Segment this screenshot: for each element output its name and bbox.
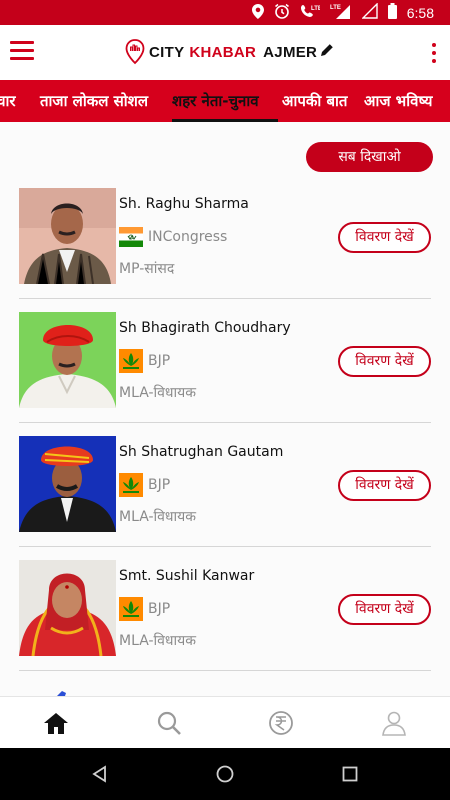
divider [19,546,431,547]
svg-text:LTE: LTE [311,6,320,12]
home-icon[interactable] [41,709,71,737]
tab-prev[interactable]: चार [0,80,16,122]
view-details-button[interactable]: विवरण देखें [338,594,431,625]
leader-card[interactable]: Sh Shatrughan Gautam BJP MLA-विधायक विवर… [19,436,431,548]
menu-icon[interactable] [10,41,34,61]
edit-pencil-icon[interactable] [319,42,335,63]
rupee-coin-icon[interactable] [266,709,296,737]
location-icon [251,3,264,22]
search-icon[interactable] [154,709,184,737]
leader-photo [19,560,116,656]
leader-name: Smt. Sushil Kanwar [119,568,255,584]
brand-ajmer: AJMER [263,43,318,61]
bjp-lotus-icon [119,473,143,497]
leader-name: Sh. Raghu Sharma [119,196,249,212]
leaders-list: सब दिखाओ Sh. Raghu Sharma INCongress MP-… [0,122,450,696]
status-bar: LTE LTE 6:58 [0,0,450,25]
svg-text:LTE: LTE [330,5,341,11]
city-pin-icon [125,39,145,65]
leader-role: MLA-विधायक [119,633,197,649]
lte-signal-icon: LTE [330,3,352,22]
tab-aapki-baat[interactable]: आपकी बात [282,80,347,122]
leader-role: MLA-विधायक [119,509,197,525]
divider [19,422,431,423]
view-details-button[interactable]: विवरण देखें [338,470,431,501]
battery-icon [387,3,397,22]
divider [19,298,431,299]
leader-party: BJP [148,353,171,369]
leader-photo [19,436,116,532]
show-all-button[interactable]: सब दिखाओ [306,142,433,172]
leader-role: MLA-विधायक [119,385,197,401]
tab-taja-local-social[interactable]: ताजा लोकल सोशल [40,80,148,122]
tab-aaj-bhavishya[interactable]: आज भविष्य [364,80,432,122]
brand-khabar: KHABAR [189,43,257,61]
view-details-button[interactable]: विवरण देखें [338,346,431,377]
bjp-lotus-icon [119,597,143,621]
app-logo: CITY KHABAR AJMER [125,39,335,65]
leader-card[interactable]: Sh. Raghu Sharma INCongress MP-सांसद विव… [19,188,431,300]
status-time: 6:58 [406,4,434,21]
leader-role: MP-सांसद [119,261,175,277]
divider [19,670,431,671]
leader-photo [19,312,116,408]
leader-name: Sh Shatrughan Gautam [119,444,284,460]
leader-party: INCongress [148,229,228,245]
leader-photo [19,188,116,284]
alarm-icon [274,3,290,22]
congress-flag-icon [119,225,143,249]
leader-card[interactable]: Smt. Sushil Kanwar BJP MLA-विधायक विवरण … [19,560,431,672]
leader-party: BJP [148,601,171,617]
bjp-lotus-icon [119,349,143,373]
category-tabs: चार ताजा लोकल सोशल शहर नेता-चुनाव आपकी ब… [0,80,450,122]
home-circle-icon[interactable] [215,764,235,784]
leader-party: BJP [148,477,171,493]
wifi-signal-icon [361,2,378,22]
profile-icon[interactable] [379,709,409,737]
next-card-peek [52,686,72,696]
brand-city: CITY [149,43,185,61]
back-icon[interactable] [90,764,110,784]
recents-icon[interactable] [340,764,360,784]
view-details-button[interactable]: विवरण देखें [338,222,431,253]
lte-call-icon: LTE [300,3,322,22]
system-navigation-bar [0,748,450,800]
leader-card[interactable]: Sh Bhagirath Choudhary BJP MLA-विधायक वि… [19,312,431,424]
tab-shehar-neta-chunav[interactable]: शहर नेता-चुनाव [172,80,259,122]
bottom-navigation [0,696,450,748]
overflow-menu-icon[interactable] [432,43,438,63]
app-bar: CITY KHABAR AJMER [0,25,450,80]
leader-name: Sh Bhagirath Choudhary [119,320,291,336]
